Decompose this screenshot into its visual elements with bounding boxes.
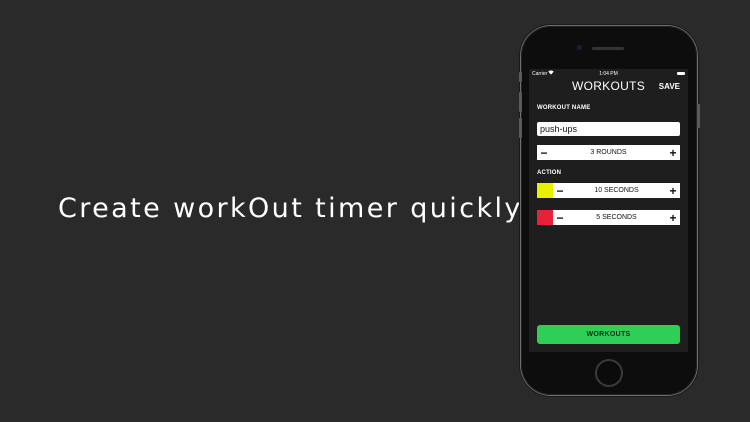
action-decrement-button[interactable]: − [553, 210, 567, 225]
action-increment-button[interactable]: + [666, 210, 680, 225]
home-button[interactable] [595, 359, 623, 387]
status-bar: Carrier 1:04 PM [529, 69, 688, 78]
battery-icon [677, 72, 685, 75]
rounds-decrement-button[interactable]: − [537, 145, 551, 160]
rounds-value: 3 ROUNDS [590, 149, 627, 156]
workout-name-label: WORKOUT NAME [537, 105, 591, 111]
rounds-stepper: − 3 ROUNDS + [537, 145, 680, 160]
action-duration-value: 10 SECONDS [594, 187, 639, 194]
volume-down-button [519, 118, 522, 138]
status-time: 1:04 PM [599, 71, 618, 77]
action-duration-value: 5 SECONDS [596, 214, 637, 221]
action-decrement-button[interactable]: − [553, 183, 567, 198]
earpiece-speaker [592, 47, 624, 50]
workout-name-input[interactable] [537, 122, 680, 136]
action-row: − 10 SECONDS + [537, 183, 680, 198]
rounds-increment-button[interactable]: + [666, 145, 680, 160]
power-button [697, 104, 700, 128]
workouts-button[interactable]: WORKOUTS [537, 325, 680, 344]
action-color-swatch[interactable] [537, 183, 553, 198]
save-button[interactable]: SAVE [659, 82, 680, 91]
action-label: ACTION [537, 170, 562, 176]
volume-up-button [519, 92, 522, 112]
action-increment-button[interactable]: + [666, 183, 680, 198]
phone-screen: Carrier 1:04 PM WORKOUTS SAVE WORKOUT NA… [529, 69, 688, 352]
navigation-bar: WORKOUTS SAVE [529, 78, 688, 94]
tagline: Create workOut timer quickly [58, 193, 523, 224]
action-row: − 5 SECONDS + [537, 210, 680, 225]
mute-switch [519, 72, 522, 82]
front-camera [577, 45, 582, 50]
action-color-swatch[interactable] [537, 210, 553, 225]
